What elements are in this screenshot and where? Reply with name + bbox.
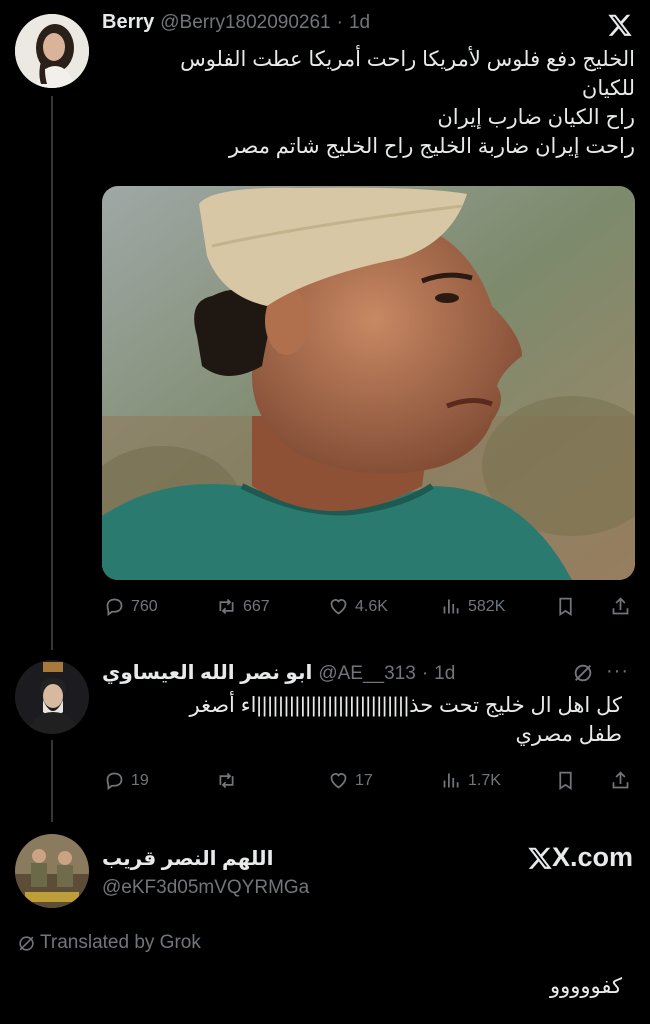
bookmark-button[interactable] — [555, 770, 576, 791]
bookmark-icon — [559, 771, 572, 791]
reply-avatar[interactable] — [15, 660, 89, 734]
author-name[interactable]: Berry — [102, 11, 154, 34]
avatar-photo — [15, 660, 89, 734]
views-button[interactable]: 1.7K — [441, 770, 501, 791]
card-author-handle[interactable]: @eKF3d05mVQYRMGa — [102, 877, 309, 899]
card-avatar[interactable] — [15, 834, 89, 908]
repost-icon — [219, 772, 234, 789]
thread-line — [51, 740, 53, 822]
reply-author-handle[interactable]: @AE__313 — [318, 663, 415, 685]
views-icon — [443, 599, 459, 614]
tweet-header: Berry @Berry1802090261 · 1d — [102, 11, 370, 34]
brand-watermark: X.com — [527, 842, 633, 873]
repost-button[interactable] — [216, 770, 243, 791]
like-button[interactable]: 4.6K — [328, 596, 388, 617]
view-count: 1.7K — [468, 771, 501, 789]
reply-button[interactable]: 760 — [104, 596, 158, 617]
like-count: 4.6K — [355, 597, 388, 615]
avatar-photo — [15, 14, 89, 88]
grok-icon — [19, 935, 34, 951]
repost-count: 667 — [243, 597, 270, 615]
bookmark-button[interactable] — [555, 596, 576, 617]
bookmark-icon — [559, 597, 572, 617]
brand-text: X.com — [552, 842, 634, 872]
reply-line: كل اهل ال خليج تحت حذ|||||||||||||||||||… — [189, 694, 623, 717]
reply-text: كل اهل ال خليج تحت حذ|||||||||||||||||||… — [102, 691, 623, 749]
avatar-photo — [15, 834, 89, 908]
tweet-time[interactable]: 1d — [349, 12, 370, 34]
tweet-media[interactable] — [102, 186, 635, 580]
like-button[interactable]: 17 — [328, 770, 373, 791]
translated-badge: Translated by Grok — [17, 932, 201, 954]
card-author-name[interactable]: اللهم النصر قريب — [102, 846, 273, 871]
reply-icon — [106, 598, 123, 617]
card-text: كفووووو — [549, 975, 622, 998]
share-button[interactable] — [610, 770, 631, 791]
reply-count: 760 — [131, 597, 158, 615]
reply-icon — [106, 772, 123, 791]
view-count: 582K — [468, 597, 506, 615]
reply-time[interactable]: 1d — [434, 663, 455, 685]
tweet-line: الخليج دفع فلوس لأمريكا راحت أمريكا عطت … — [180, 48, 635, 71]
views-icon — [443, 773, 459, 788]
reply-line: طفل مصري — [515, 723, 622, 746]
dot-separator: · — [336, 12, 343, 33]
reply-author-name[interactable]: ابو نصر الله العيساوي — [102, 660, 312, 685]
tweet-line: راحت إيران ضاربة الخليج راح الخليج شاتم … — [228, 135, 635, 158]
x-logo-icon[interactable] — [607, 12, 633, 38]
like-count: 17 — [355, 771, 373, 789]
repost-icon — [219, 598, 234, 615]
share-icon — [612, 771, 629, 789]
tweet-line: للكيان — [581, 77, 635, 100]
translated-label: Translated by Grok — [40, 932, 201, 953]
heart-icon — [330, 773, 347, 789]
share-icon — [612, 597, 629, 615]
share-button[interactable] — [610, 596, 631, 617]
tweet-text: الخليج دفع فلوس لأمريكا راحت أمريكا عطت … — [102, 45, 635, 161]
reply-header: ابو نصر الله العيساوي @AE__313 · 1d — [102, 660, 632, 685]
more-icon[interactable]: ··· — [606, 660, 629, 683]
reply-count: 19 — [131, 771, 149, 789]
reply-button[interactable]: 19 — [104, 770, 149, 791]
heart-icon — [330, 599, 347, 615]
berry-avatar[interactable] — [15, 14, 89, 88]
man-photo — [102, 186, 635, 580]
repost-button[interactable]: 667 — [216, 596, 270, 617]
thread-line — [51, 96, 53, 650]
tweet-line: راح الكيان ضارب إيران — [437, 106, 635, 129]
author-handle[interactable]: @Berry1802090261 — [160, 12, 330, 34]
dot-separator: · — [421, 663, 429, 684]
grok-icon[interactable] — [572, 662, 594, 684]
x-logo-icon — [528, 847, 552, 869]
views-button[interactable]: 582K — [441, 596, 505, 617]
